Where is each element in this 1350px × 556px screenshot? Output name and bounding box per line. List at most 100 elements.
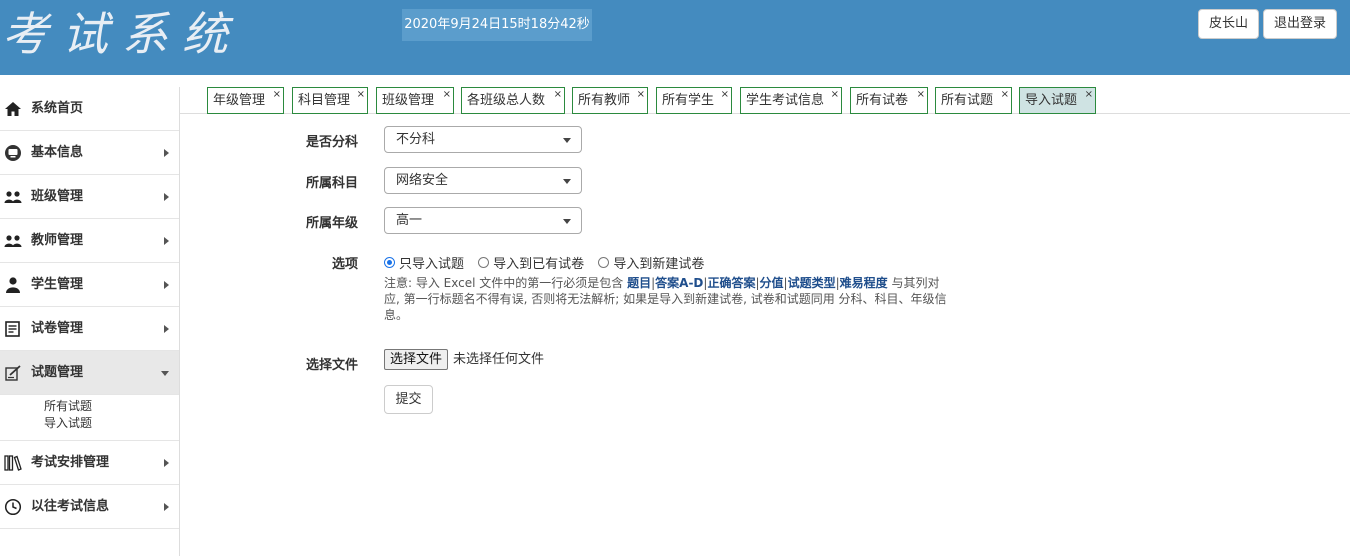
tab-label: 所有教师 <box>578 93 631 108</box>
submenu-item-all-questions[interactable]: 所有试题 <box>44 398 92 414</box>
sidebar-item-label: 基本信息 <box>31 145 84 160</box>
sidebar-item-label: 系统首页 <box>31 101 84 116</box>
sidebar-item-label: 学生管理 <box>31 277 84 292</box>
note-field: 正确答案 <box>707 276 756 290</box>
note-field: 答案A-D <box>655 276 704 290</box>
grade-select[interactable]: 高一 <box>384 207 582 234</box>
close-icon[interactable]: × <box>721 82 729 107</box>
grade-label: 所属年级 <box>305 216 358 231</box>
radio-label: 导入到已有试卷 <box>493 257 585 272</box>
question-submenu: 所有试题 导入试题 <box>0 396 179 441</box>
subject-select-value: 网络安全 <box>396 173 449 188</box>
sidebar-item-label: 考试安排管理 <box>31 455 110 470</box>
sidebar-item-label: 班级管理 <box>31 189 84 204</box>
tab-student-exam-info[interactable]: 学生考试信息 × <box>740 87 842 114</box>
tab-import-questions[interactable]: 导入试题 × <box>1019 87 1096 114</box>
clock-icon <box>4 498 22 516</box>
radio-import-existing-paper[interactable] <box>478 257 490 268</box>
chevron-right-icon <box>164 237 169 245</box>
import-note: 注意: 导入 Excel 文件中的第一行必须是包含 题目|答案A-D|正确答案|… <box>384 275 949 323</box>
chevron-right-icon <box>164 325 169 333</box>
chevron-right-icon <box>164 149 169 157</box>
tab-label: 所有试卷 <box>856 93 909 108</box>
radio-label: 只导入试题 <box>399 257 465 272</box>
subject-select[interactable]: 网络安全 <box>384 167 582 194</box>
edit-icon <box>5 365 21 381</box>
sidebar-item-label: 试卷管理 <box>31 321 84 336</box>
close-icon[interactable]: × <box>637 82 645 107</box>
close-icon[interactable]: × <box>273 82 281 107</box>
sidebar-item-paper-management[interactable]: 试卷管理 <box>0 307 179 351</box>
note-field: 试题类型 <box>787 276 836 290</box>
file-status-text: 未选择任何文件 <box>453 352 545 367</box>
close-icon[interactable]: × <box>917 82 925 107</box>
split-label: 是否分科 <box>305 135 358 150</box>
tab-all-students[interactable]: 所有学生 × <box>656 87 732 114</box>
close-icon[interactable]: × <box>554 82 562 107</box>
header-bar: 考试系统 2020年9月24日15时18分42秒 皮长山 退出登录 <box>0 0 1350 75</box>
chevron-right-icon <box>164 281 169 289</box>
subject-label: 所属科目 <box>305 176 358 191</box>
caret-down-icon <box>563 138 571 143</box>
submenu-item-import-questions[interactable]: 导入试题 <box>44 415 92 431</box>
sidebar-item-student-management[interactable]: 学生管理 <box>0 263 179 307</box>
radio-import-new-paper[interactable] <box>598 257 610 268</box>
tab-subject-management[interactable]: 科目管理 × <box>292 87 368 114</box>
tab-label: 科目管理 <box>298 93 351 108</box>
close-icon[interactable]: × <box>831 82 839 107</box>
close-icon[interactable]: × <box>1085 82 1093 107</box>
tab-all-questions[interactable]: 所有试题 × <box>935 87 1012 114</box>
tab-label: 所有试题 <box>941 93 994 108</box>
chevron-right-icon <box>164 193 169 201</box>
close-icon[interactable]: × <box>1001 82 1009 107</box>
sidebar-item-exam-schedule[interactable]: 考试安排管理 <box>0 441 179 485</box>
caret-down-icon <box>563 179 571 184</box>
note-field: 分值 <box>759 276 784 290</box>
sidebar-item-question-management[interactable]: 试题管理 <box>0 351 179 395</box>
caret-down-icon <box>563 219 571 224</box>
file-label: 选择文件 <box>305 358 358 373</box>
books-icon <box>4 455 22 471</box>
radio-import-only[interactable] <box>384 257 395 268</box>
tab-grade-management[interactable]: 年级管理 × <box>207 87 284 114</box>
chevron-right-icon <box>164 503 169 511</box>
home-icon <box>5 102 21 116</box>
monitor-icon <box>5 145 21 161</box>
sidebar-item-past-exams[interactable]: 以往考试信息 <box>0 485 179 529</box>
tab-label: 班级管理 <box>382 93 435 108</box>
logout-button[interactable]: 退出登录 <box>1263 9 1337 39</box>
users-icon <box>4 191 22 203</box>
tab-class-headcount[interactable]: 各班级总人数 × <box>461 87 565 114</box>
sidebar-item-home[interactable]: 系统首页 <box>0 87 179 131</box>
chevron-right-icon <box>164 459 169 467</box>
split-select[interactable]: 不分科 <box>384 126 582 153</box>
tab-class-management[interactable]: 班级管理 × <box>376 87 454 114</box>
tab-label: 年级管理 <box>213 93 266 108</box>
sidebar-item-label: 以往考试信息 <box>31 499 110 514</box>
tab-all-papers[interactable]: 所有试卷 × <box>850 87 928 114</box>
note-prefix: 注意: 导入 Excel 文件中的第一行必须是包含 <box>384 276 628 290</box>
tab-label: 导入试题 <box>1025 93 1078 108</box>
document-icon <box>5 321 20 337</box>
close-icon[interactable]: × <box>443 82 451 107</box>
tab-all-teachers[interactable]: 所有教师 × <box>572 87 648 114</box>
sidebar-item-teacher-management[interactable]: 教师管理 <box>0 219 179 263</box>
current-datetime: 2020年9月24日15时18分42秒 <box>402 9 592 41</box>
sidebar-item-class-management[interactable]: 班级管理 <box>0 175 179 219</box>
close-icon[interactable]: × <box>357 82 365 107</box>
tab-label: 各班级总人数 <box>467 93 546 108</box>
choose-file-button[interactable]: 选择文件 <box>384 349 449 370</box>
user-button[interactable]: 皮长山 <box>1198 9 1259 39</box>
split-select-value: 不分科 <box>396 132 436 147</box>
teacher-icon <box>4 235 22 247</box>
radio-label: 导入到新建试卷 <box>613 257 705 272</box>
tab-label: 所有学生 <box>662 93 715 108</box>
note-field: 难易程度 <box>839 276 888 290</box>
app-logo: 考试系统 <box>2 7 242 61</box>
submit-button[interactable]: 提交 <box>384 385 433 414</box>
options-label: 选项 <box>331 257 358 272</box>
grade-select-value: 高一 <box>396 213 423 228</box>
tab-label: 学生考试信息 <box>746 93 825 108</box>
user-icon <box>6 277 20 293</box>
sidebar-item-basic-info[interactable]: 基本信息 <box>0 131 179 175</box>
